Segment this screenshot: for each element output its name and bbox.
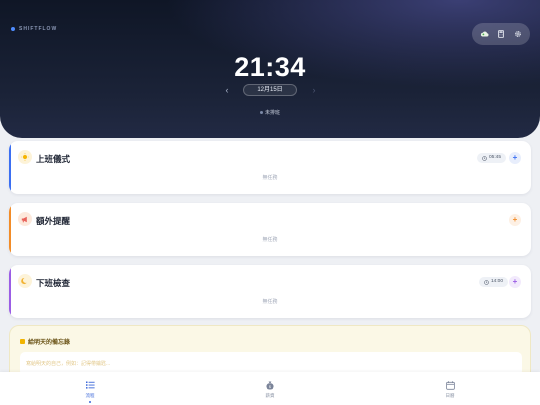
status-dot-icon: [259, 111, 263, 115]
next-day-button[interactable]: ›: [309, 83, 319, 97]
moon-icon: [18, 274, 32, 288]
memo-note-icon: [20, 339, 25, 344]
clock-icon: [484, 279, 489, 285]
tab-routine[interactable]: 流程: [0, 372, 180, 405]
memo-title-row: 給明天的備忘錄: [20, 337, 70, 346]
tab-label: 流程: [85, 393, 95, 398]
card-title: 下班檢查: [36, 278, 71, 288]
header-actions: [472, 23, 530, 45]
cloud-button[interactable]: [477, 27, 491, 41]
empty-state: 無任務: [262, 175, 278, 181]
add-task-button[interactable]: +: [509, 152, 521, 164]
reminder-time: 14:00: [491, 279, 504, 284]
reminder-time-chip[interactable]: 05:45: [477, 153, 507, 163]
tab-calendar[interactable]: 日曆: [360, 372, 540, 405]
card-accent-bar: [9, 203, 11, 256]
reminder-time: 05:45: [489, 155, 502, 160]
clock-icon: [482, 155, 487, 161]
memo-title: 給明天的備忘錄: [28, 340, 71, 346]
brand-dot-icon: [11, 27, 15, 31]
empty-state: 無任務: [262, 299, 278, 305]
add-task-button[interactable]: +: [509, 214, 521, 226]
cloud-icon: [480, 31, 489, 37]
active-tab-indicator: [89, 401, 91, 403]
calculator-button[interactable]: [494, 27, 508, 41]
date-navigator: ‹ 12月15日 ›: [0, 83, 540, 97]
header-panel: SHIFTFLOW 21:34 ‹ 12月15日 › 未排班: [0, 0, 540, 138]
tab-label: 薪資: [265, 393, 275, 398]
brand: SHIFTFLOW: [11, 26, 57, 32]
card-title: 額外提醒: [36, 216, 71, 226]
calendar-icon: [444, 379, 456, 391]
card-accent-bar: [9, 141, 11, 194]
tab-label: 日曆: [445, 393, 455, 398]
routine-card-start: 上班儀式 05:45 + 無任務: [9, 141, 531, 194]
tab-salary[interactable]: $ 薪資: [180, 372, 360, 405]
gear-icon: [514, 31, 521, 37]
settings-button[interactable]: [511, 27, 525, 41]
add-task-button[interactable]: +: [509, 276, 521, 288]
brand-name: SHIFTFLOW: [19, 26, 58, 32]
routine-card-end: 下班檢查 14:00 + 無任務: [9, 265, 531, 318]
svg-text:$: $: [269, 385, 271, 389]
routine-card-extra: 額外提醒 + 無任務: [9, 203, 531, 256]
sun-icon: [18, 150, 32, 164]
card-title: 上班儀式: [36, 154, 71, 164]
money-bag-icon: $: [264, 379, 276, 391]
shift-status-label: 未排班: [264, 110, 280, 116]
shift-status: 未排班: [0, 109, 540, 116]
empty-state: 無任務: [262, 237, 278, 243]
reminder-time-chip[interactable]: 14:00: [479, 277, 509, 287]
checklist-icon: [84, 379, 96, 391]
date-picker[interactable]: 12月15日: [243, 84, 297, 96]
clock-display: 21:34: [234, 52, 306, 82]
previous-day-button[interactable]: ‹: [222, 83, 232, 97]
card-accent-bar: [9, 265, 11, 318]
calculator-icon: [498, 30, 504, 38]
megaphone-icon: [18, 212, 32, 226]
bottom-tab-bar: 流程 $ 薪資 日曆: [0, 372, 540, 405]
